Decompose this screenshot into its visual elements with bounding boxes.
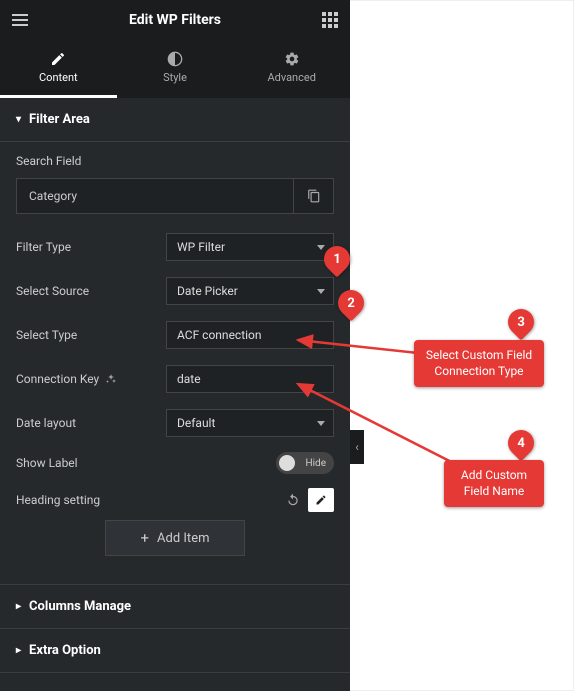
elementor-panel: Edit WP Filters Content Style Advanced bbox=[0, 0, 350, 691]
chevron-right-icon bbox=[16, 645, 21, 656]
undo-icon bbox=[286, 493, 300, 507]
chevron-left-icon: ‹ bbox=[355, 440, 359, 454]
panel-body: Filter Area Search Field Category Filter… bbox=[0, 98, 350, 691]
add-item-button[interactable]: + Add Item bbox=[105, 520, 245, 556]
section-columns-manage[interactable]: Columns Manage bbox=[0, 585, 350, 629]
row-date-layout: Date layout Default bbox=[16, 408, 334, 438]
dynamic-icon[interactable] bbox=[105, 373, 117, 385]
row-select-source: Select Source Date Picker bbox=[16, 276, 334, 306]
annotation-callout-3: Select Custom Field Connection Type bbox=[414, 340, 544, 387]
gear-icon bbox=[284, 51, 300, 67]
tab-style[interactable]: Style bbox=[117, 40, 234, 98]
toggle-knob bbox=[279, 455, 295, 471]
show-label-toggle[interactable]: Hide bbox=[276, 452, 334, 474]
copy-icon bbox=[307, 189, 321, 203]
menu-icon[interactable] bbox=[10, 10, 30, 30]
row-heading-setting: Heading setting bbox=[16, 488, 334, 512]
chevron-right-icon bbox=[16, 601, 21, 612]
row-show-label: Show Label Hide bbox=[16, 452, 334, 474]
repeater-item-title: Category bbox=[17, 179, 293, 213]
date-layout-select[interactable]: Default bbox=[166, 409, 334, 437]
plus-icon: + bbox=[141, 529, 150, 547]
panel-tabs: Content Style Advanced bbox=[0, 40, 350, 98]
duplicate-button[interactable] bbox=[293, 179, 333, 213]
chevron-down-icon bbox=[16, 114, 21, 125]
panel-header: Edit WP Filters bbox=[0, 0, 350, 40]
section-extra-option[interactable]: Extra Option bbox=[0, 629, 350, 673]
edit-heading-button[interactable] bbox=[308, 488, 334, 512]
filter-area-body: Search Field Category Filter Type WP Fil… bbox=[0, 142, 350, 585]
tab-advanced[interactable]: Advanced bbox=[233, 40, 350, 98]
panel-collapse-button[interactable]: ‹ bbox=[350, 430, 364, 464]
contrast-icon bbox=[167, 51, 183, 67]
select-source-select[interactable]: Date Picker bbox=[166, 277, 334, 305]
apps-icon[interactable] bbox=[320, 10, 340, 30]
tab-content[interactable]: Content bbox=[0, 40, 117, 98]
panel-title: Edit WP Filters bbox=[129, 12, 221, 28]
row-connection-key: Connection Key bbox=[16, 364, 334, 394]
connection-key-input[interactable] bbox=[166, 365, 334, 393]
pencil-icon bbox=[50, 51, 66, 67]
annotation-callout-4: Add Custom Field Name bbox=[444, 460, 544, 507]
reset-button[interactable] bbox=[282, 488, 304, 512]
repeater-item-category[interactable]: Category bbox=[16, 178, 334, 214]
search-field-label: Search Field bbox=[16, 154, 334, 168]
section-filter-area[interactable]: Filter Area bbox=[0, 98, 350, 142]
row-filter-type: Filter Type WP Filter bbox=[16, 232, 334, 262]
pencil-icon bbox=[315, 494, 327, 506]
select-type-input[interactable] bbox=[166, 321, 334, 349]
row-select-type: Select Type bbox=[16, 320, 334, 350]
filter-type-select[interactable]: WP Filter bbox=[166, 233, 334, 261]
